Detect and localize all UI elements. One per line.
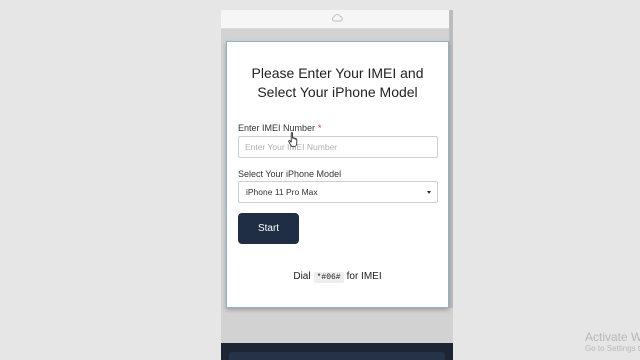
required-mark: * xyxy=(318,123,322,133)
chevron-down-icon xyxy=(427,191,431,194)
dial-prefix: Dial xyxy=(293,271,311,282)
activate-subtitle: Go to Settings to activate Windows. xyxy=(585,344,640,353)
activate-title: Activate Windows xyxy=(585,330,640,344)
imei-label-text: Enter IMEI Number xyxy=(238,123,316,133)
imei-form-card: Please Enter Your IMEI and Select Your i… xyxy=(226,41,449,308)
imei-label: Enter IMEI Number * xyxy=(238,123,322,133)
scrollbar[interactable] xyxy=(449,10,453,308)
form-title-line2: Select Your iPhone Model xyxy=(257,84,418,100)
model-select-value: iPhone 11 Pro Max xyxy=(246,187,318,197)
start-button[interactable]: Start xyxy=(238,213,299,244)
form-title-line1: Please Enter Your IMEI and xyxy=(251,65,424,81)
bottom-section xyxy=(221,343,453,360)
dial-suffix: for IMEI xyxy=(346,271,382,282)
hand-cursor-icon xyxy=(288,132,298,147)
bottom-section-header xyxy=(229,352,445,360)
dial-code: *#06# xyxy=(313,272,344,283)
model-select[interactable]: iPhone 11 Pro Max xyxy=(238,181,438,203)
activate-windows-watermark: Activate Windows Go to Settings to activ… xyxy=(585,330,640,354)
model-label: Select Your iPhone Model xyxy=(238,169,342,179)
dial-instruction: Dial *#06# for IMEI xyxy=(227,271,448,283)
imei-input[interactable] xyxy=(238,136,438,158)
form-title: Please Enter Your IMEI and Select Your i… xyxy=(227,64,448,102)
cloud-icon xyxy=(332,14,343,22)
